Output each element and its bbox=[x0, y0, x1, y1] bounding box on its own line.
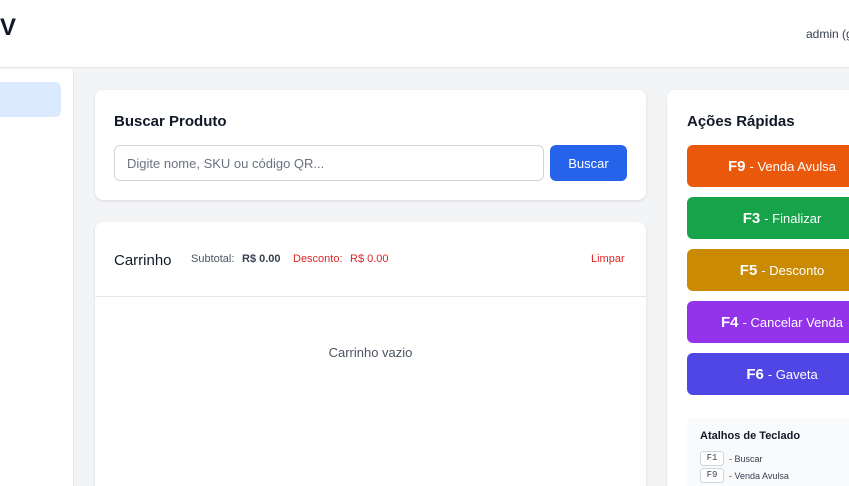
shortcuts-title: Atalhos de Teclado bbox=[700, 430, 801, 442]
discount-label: Desconto: bbox=[293, 253, 343, 265]
walk-in-sale-key: F9 bbox=[727, 157, 746, 175]
subtotal-value: R$ 0.00 bbox=[242, 253, 281, 265]
finalize-label: - Finalizar bbox=[764, 210, 822, 226]
shortcut-description: - Venda Avulsa bbox=[729, 470, 789, 481]
cancel-sale-button[interactable]: F4 - Cancelar Venda bbox=[687, 301, 849, 343]
cart-header: Carrinho Subtotal: R$ 0.00 Desconto: R$ … bbox=[95, 222, 646, 297]
top-header: V admin (g bbox=[0, 0, 849, 68]
shortcut-key: F9 bbox=[700, 468, 724, 483]
discount-button-label: - Desconto bbox=[761, 262, 825, 278]
empty-cart-message: Carrinho vazio bbox=[328, 345, 413, 360]
keyboard-shortcuts-panel: Atalhos de Teclado F1 - Buscar F9 - Vend… bbox=[687, 418, 849, 486]
subtotal-label: Subtotal: bbox=[191, 253, 235, 265]
sidebar-item-active[interactable] bbox=[0, 82, 61, 117]
cash-drawer-key: F6 bbox=[746, 365, 764, 383]
search-button[interactable]: Buscar bbox=[550, 145, 627, 181]
quick-actions-card: Ações Rápidas F9 - Venda Avulsa F3 - Fin… bbox=[667, 90, 849, 486]
shortcut-row: F1 - Buscar bbox=[700, 451, 763, 466]
cash-drawer-button[interactable]: F6 - Gaveta bbox=[687, 353, 849, 395]
sidebar bbox=[0, 69, 74, 486]
shortcut-description: - Buscar bbox=[729, 453, 763, 464]
discount-value: R$ 0.00 bbox=[350, 253, 389, 265]
walk-in-sale-label: - Venda Avulsa bbox=[749, 158, 837, 174]
search-card: Buscar Produto Buscar bbox=[95, 90, 646, 200]
clear-cart-link[interactable]: Limpar bbox=[591, 253, 625, 265]
discount-key: F5 bbox=[739, 261, 758, 279]
finalize-key: F3 bbox=[742, 209, 761, 227]
brand-logo[interactable]: V bbox=[0, 14, 17, 42]
cancel-sale-key: F4 bbox=[721, 313, 739, 331]
finalize-button[interactable]: F3 - Finalizar bbox=[687, 197, 849, 239]
cash-drawer-label: - Gaveta bbox=[767, 366, 818, 382]
discount-button[interactable]: F5 - Desconto bbox=[687, 249, 849, 291]
shortcut-row: F9 - Venda Avulsa bbox=[700, 468, 789, 483]
shortcut-key: F1 bbox=[700, 451, 724, 466]
quick-actions-title: Ações Rápidas bbox=[687, 113, 795, 130]
search-input[interactable] bbox=[114, 145, 544, 181]
cancel-sale-label: - Cancelar Venda bbox=[742, 314, 843, 330]
search-title: Buscar Produto bbox=[114, 113, 227, 130]
cart-card: Carrinho Subtotal: R$ 0.00 Desconto: R$ … bbox=[95, 222, 646, 486]
user-menu[interactable]: admin (g bbox=[806, 27, 849, 41]
cart-title: Carrinho bbox=[114, 252, 172, 269]
walk-in-sale-button[interactable]: F9 - Venda Avulsa bbox=[687, 145, 849, 187]
